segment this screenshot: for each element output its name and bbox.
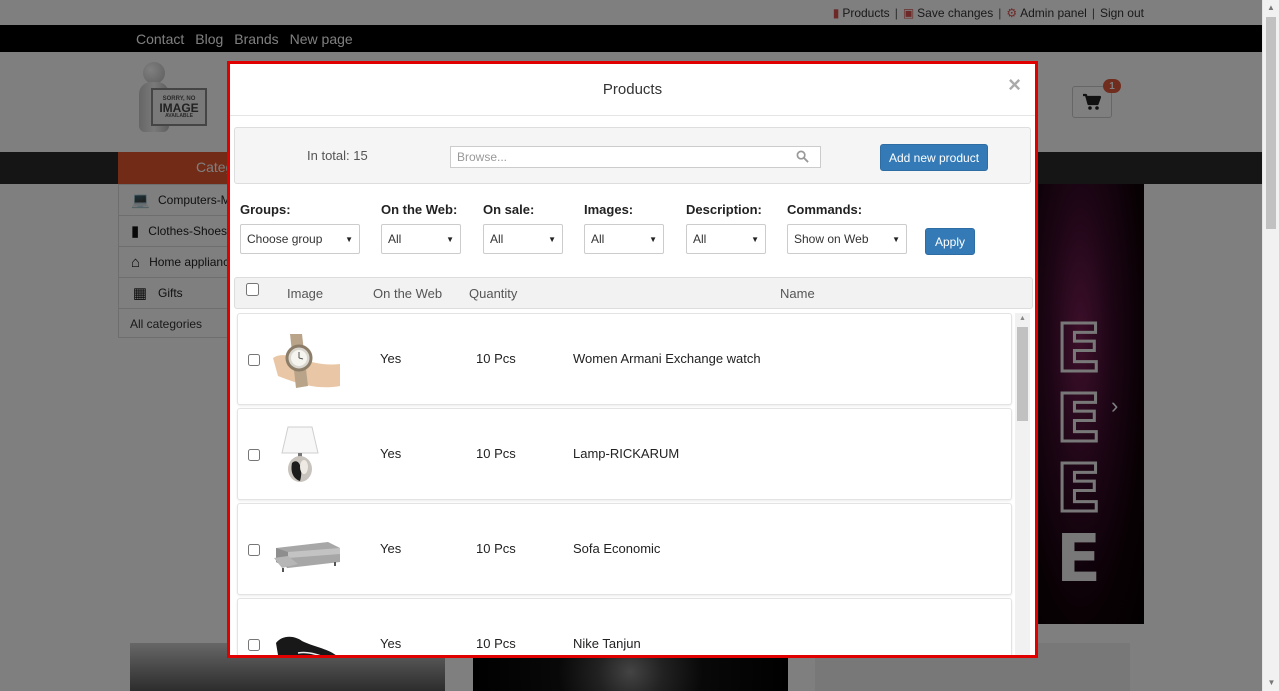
filter-on-web-label: On the Web: (381, 202, 458, 217)
description-select[interactable]: All ▼ (686, 224, 766, 254)
products-toolbar: In total: 15 Add new product (234, 127, 1031, 184)
caret-down-icon: ▼ (446, 234, 454, 244)
filter-images-label: Images: (584, 202, 634, 217)
images-select[interactable]: All ▼ (584, 224, 664, 254)
images-select-value: All (591, 232, 605, 246)
on-sale-select[interactable]: All ▼ (483, 224, 563, 254)
watch-image[interactable] (268, 328, 344, 392)
groups-select[interactable]: Choose group ▼ (240, 224, 360, 254)
caret-down-icon: ▼ (892, 234, 900, 244)
page-scrollbar[interactable]: ▲ ▼ (1262, 0, 1279, 691)
products-list-scrollbar[interactable]: ▲ (1015, 313, 1030, 655)
row-on-web: Yes (380, 446, 402, 461)
table-row[interactable]: Yes 10 Pcs Lamp-RICKARUM (237, 408, 1012, 500)
filter-groups-label: Groups: (240, 202, 291, 217)
row-on-web: Yes (380, 351, 402, 366)
row-quantity: 10 Pcs (476, 541, 516, 556)
filters-row: Groups: Choose group ▼ On the Web: All ▼… (240, 202, 1020, 262)
row-name: Sofa Economic (573, 541, 661, 556)
caret-down-icon: ▼ (345, 234, 353, 244)
on-sale-select-value: All (490, 232, 504, 246)
on-web-select-value: All (388, 232, 402, 246)
apply-button[interactable]: Apply (925, 228, 975, 255)
caret-down-icon: ▼ (649, 234, 657, 244)
modal-header: Products × (230, 64, 1035, 116)
groups-select-value: Choose group (247, 232, 323, 246)
column-image[interactable]: Image (287, 286, 323, 301)
sofa-image[interactable] (268, 518, 344, 582)
filter-description-label: Description: (686, 202, 762, 217)
on-web-select[interactable]: All ▼ (381, 224, 461, 254)
caret-down-icon: ▼ (548, 234, 556, 244)
row-checkbox[interactable] (248, 449, 260, 461)
search-box (450, 146, 821, 168)
products-table-header: Image On the Web Quantity Name (234, 277, 1033, 309)
description-select-value: All (693, 232, 707, 246)
total-count: In total: 15 (307, 148, 368, 163)
row-quantity: 10 Pcs (476, 351, 516, 366)
search-icon[interactable] (796, 150, 809, 163)
commands-select[interactable]: Show on Web ▼ (787, 224, 907, 254)
shoe-image[interactable] (268, 613, 344, 658)
scrollbar-thumb[interactable] (1266, 17, 1276, 229)
column-name[interactable]: Name (780, 286, 815, 301)
row-name: Women Armani Exchange watch (573, 351, 761, 366)
filter-commands: Commands: Show on Web ▼ (787, 202, 907, 254)
column-on-web[interactable]: On the Web (373, 286, 442, 301)
filter-images: Images: All ▼ (584, 202, 664, 254)
select-all-checkbox[interactable] (246, 283, 259, 296)
row-checkbox[interactable] (248, 639, 260, 651)
row-on-web: Yes (380, 636, 402, 651)
scroll-up-icon[interactable]: ▲ (1263, 0, 1279, 17)
modal-title: Products (602, 81, 663, 98)
filter-commands-label: Commands: (787, 202, 863, 217)
filter-on-web: On the Web: All ▼ (381, 202, 461, 254)
row-quantity: 10 Pcs (476, 446, 516, 461)
table-row[interactable]: Yes 10 Pcs Nike Tanjun (237, 598, 1012, 658)
row-checkbox[interactable] (248, 354, 260, 366)
row-name: Lamp-RICKARUM (573, 446, 680, 461)
table-row[interactable]: Yes 10 Pcs Women Armani Exchange watch (237, 313, 1012, 405)
row-name: Nike Tanjun (573, 636, 641, 651)
filter-description: Description: All ▼ (686, 202, 766, 254)
scrollbar-thumb[interactable] (1017, 327, 1028, 421)
caret-down-icon: ▼ (751, 234, 759, 244)
lamp-image[interactable] (268, 423, 344, 487)
products-modal: Products × In total: 15 Add new product … (227, 61, 1038, 658)
row-quantity: 10 Pcs (476, 636, 516, 651)
search-input[interactable] (451, 147, 820, 167)
filter-on-sale-label: On sale: (483, 202, 535, 217)
close-icon[interactable]: × (1008, 74, 1021, 96)
table-row[interactable]: Yes 10 Pcs Sofa Economic (237, 503, 1012, 595)
scroll-down-icon[interactable]: ▼ (1263, 674, 1279, 691)
filter-on-sale: On sale: All ▼ (483, 202, 563, 254)
commands-select-value: Show on Web (794, 232, 869, 246)
row-checkbox[interactable] (248, 544, 260, 556)
row-on-web: Yes (380, 541, 402, 556)
products-list: Yes 10 Pcs Women Armani Exchange watch Y… (235, 313, 1032, 658)
column-quantity[interactable]: Quantity (469, 286, 517, 301)
add-product-button[interactable]: Add new product (880, 144, 988, 171)
scroll-up-icon[interactable]: ▲ (1015, 313, 1030, 325)
filter-groups: Groups: Choose group ▼ (240, 202, 360, 254)
